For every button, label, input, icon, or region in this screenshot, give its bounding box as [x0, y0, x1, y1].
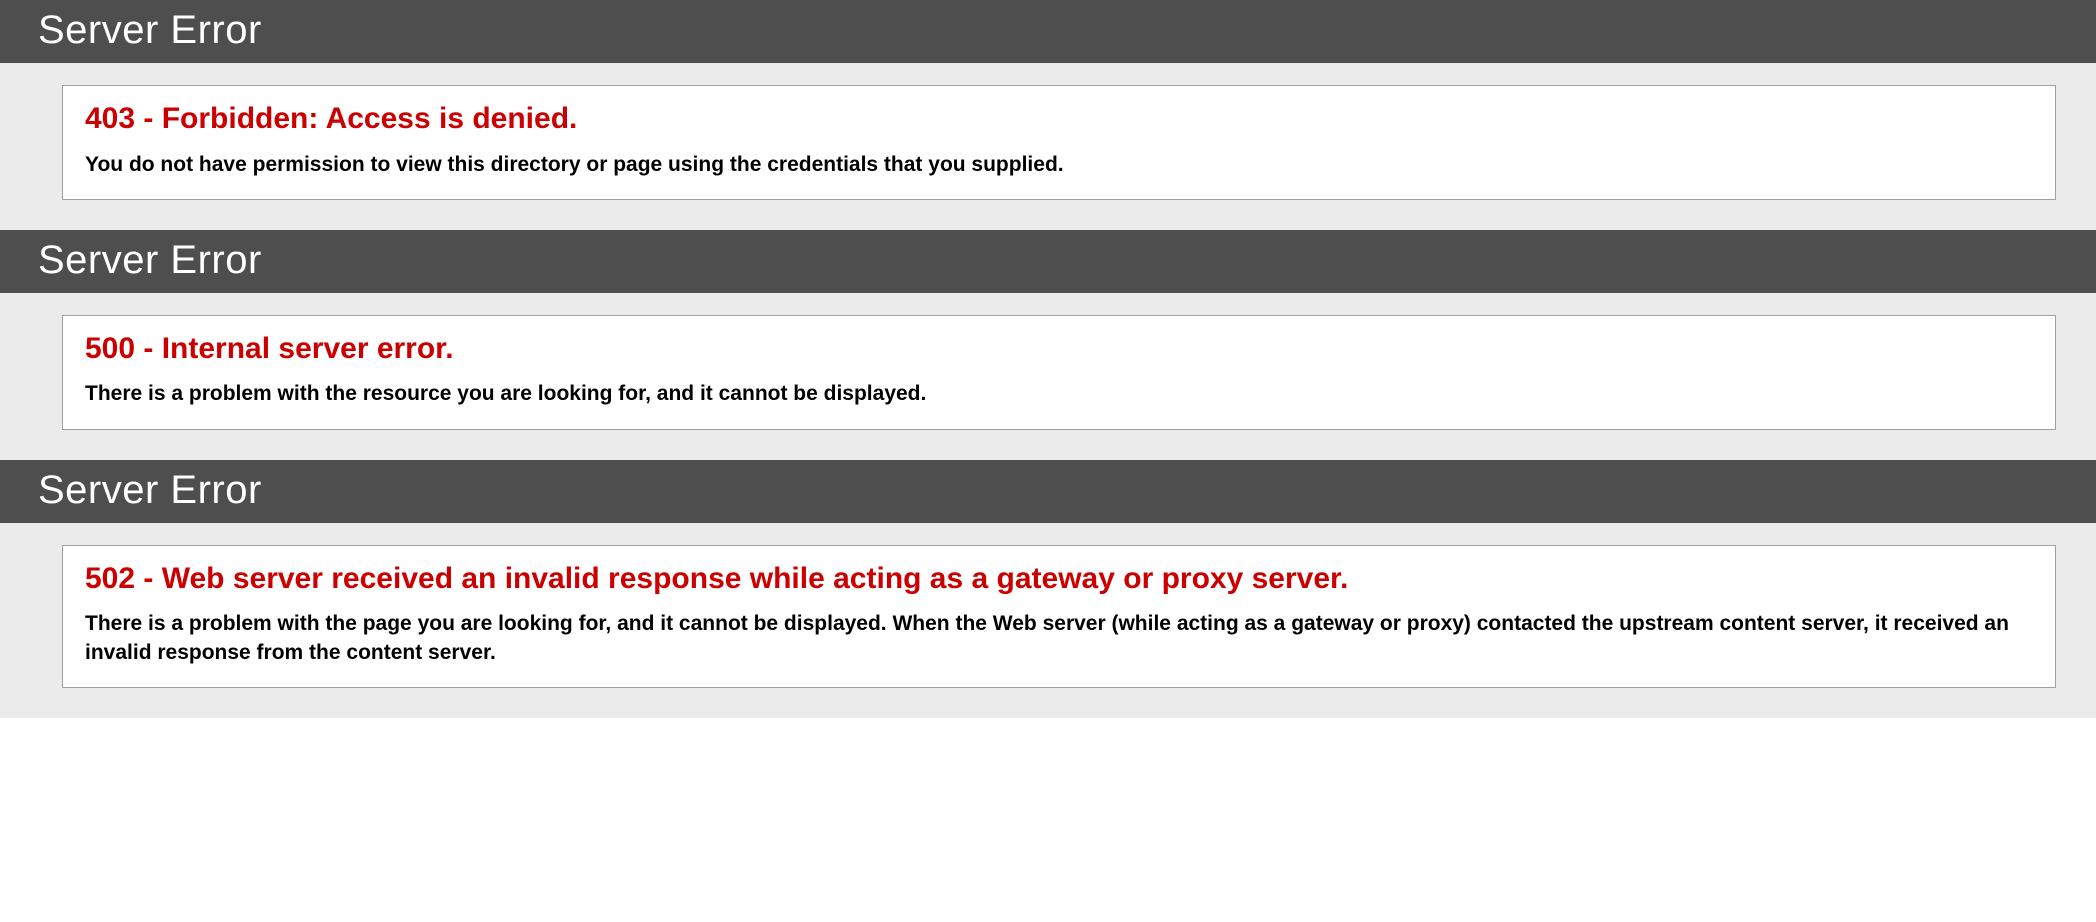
error-heading: 403 - Forbidden: Access is denied. [85, 102, 2033, 137]
page-title: Server Error [0, 230, 2096, 293]
error-message-box: 403 - Forbidden: Access is denied. You d… [62, 85, 2056, 200]
page-title: Server Error [0, 0, 2096, 63]
error-description: There is a problem with the page you are… [85, 610, 2033, 667]
error-message-box: 500 - Internal server error. There is a … [62, 315, 2056, 430]
error-body: 500 - Internal server error. There is a … [0, 293, 2096, 460]
error-heading: 500 - Internal server error. [85, 332, 2033, 367]
error-message-box: 502 - Web server received an invalid res… [62, 545, 2056, 688]
error-body: 403 - Forbidden: Access is denied. You d… [0, 63, 2096, 230]
error-description: There is a problem with the resource you… [85, 380, 2033, 408]
error-body: 502 - Web server received an invalid res… [0, 523, 2096, 718]
error-block-403: Server Error 403 - Forbidden: Access is … [0, 0, 2096, 230]
error-block-502: Server Error 502 - Web server received a… [0, 460, 2096, 718]
error-block-500: Server Error 500 - Internal server error… [0, 230, 2096, 460]
page-title: Server Error [0, 460, 2096, 523]
error-heading: 502 - Web server received an invalid res… [85, 562, 2033, 597]
error-description: You do not have permission to view this … [85, 151, 2033, 179]
